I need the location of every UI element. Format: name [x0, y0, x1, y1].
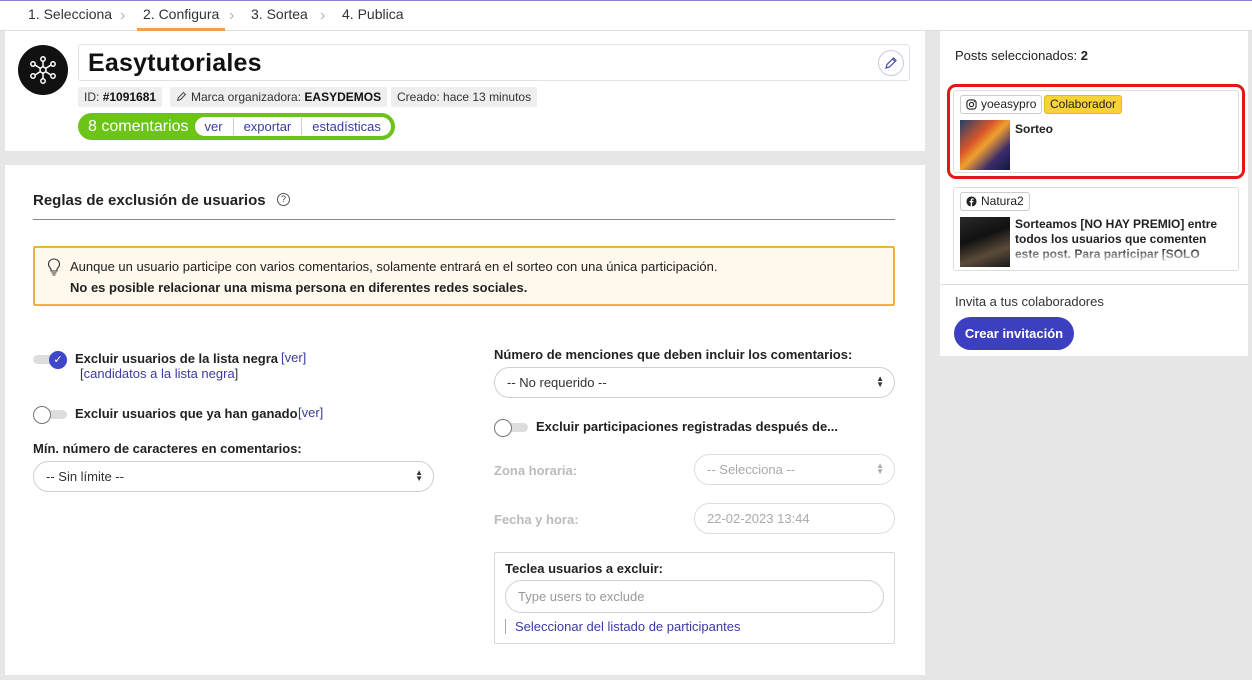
select-from-participants-link[interactable]: Seleccionar del listado de participantes — [505, 619, 740, 634]
edit-title-button[interactable] — [878, 50, 904, 76]
min-chars-value: -- Sin límite -- — [46, 469, 124, 484]
step-configura[interactable]: 2. Configura — [137, 6, 226, 31]
chevron-right-icon: › — [320, 7, 326, 24]
pencil-icon — [176, 91, 187, 102]
title-field[interactable]: Easytutoriales — [78, 44, 910, 81]
step-selecciona[interactable]: 1. Selecciona — [22, 6, 118, 31]
post-thumbnail — [960, 120, 1010, 170]
exclude-users-input[interactable]: Type users to exclude — [505, 580, 884, 613]
selected-posts-panel: Posts seleccionados: 2 yoeasypro Colabor… — [940, 31, 1248, 356]
exclude-users-placeholder: Type users to exclude — [518, 589, 645, 604]
min-chars-label: Mín. número de caracteres en comentarios… — [33, 441, 302, 456]
giveaway-header: Easytutoriales ID: #1091681 Marca organi… — [5, 31, 925, 151]
post-text: Sorteo — [1015, 122, 1054, 136]
blacklist-toggle[interactable]: ✓ — [33, 351, 67, 369]
divider — [33, 219, 895, 220]
mentions-select[interactable]: -- No requerido -- ▲ ▼ — [494, 367, 895, 398]
id-badge: ID: #1091681 — [78, 87, 163, 107]
exclude-users-title: Teclea usuarios a excluir: — [505, 561, 663, 576]
after-date-toggle[interactable] — [494, 419, 528, 437]
stepper-bar: 1. Selecciona › 2. Configura › 3. Sortea… — [0, 0, 1252, 31]
instagram-user-tag: yoeasypro — [960, 95, 1043, 114]
network-logo-icon — [30, 56, 56, 84]
candidates-wrapper: [candidatos a la lista negra] — [80, 366, 239, 381]
blacklist-candidates-link[interactable]: candidatos a la lista negra — [84, 366, 235, 381]
info-notice: Aunque un usuario participe con varios c… — [33, 246, 895, 306]
mentions-value: -- No requerido -- — [507, 375, 607, 390]
invite-label: Invita a tus colaboradores — [955, 294, 1104, 309]
stats-link[interactable]: estadísticas — [301, 118, 391, 135]
page-title: Easytutoriales — [88, 49, 262, 77]
timezone-select[interactable]: -- Selecciona -- ▲ ▼ — [694, 454, 895, 485]
timezone-value: -- Selecciona -- — [707, 462, 796, 477]
view-comments-link[interactable]: ver — [195, 118, 233, 135]
notice-text: Aunque un usuario participe con varios c… — [70, 259, 718, 274]
blacklist-label: Excluir usuarios de la lista negra — [75, 351, 279, 366]
step-publica[interactable]: 4. Publica — [336, 6, 409, 31]
posts-selected-label: Posts seleccionados: 2 — [955, 48, 1088, 63]
facebook-user-tag: Natura2 — [960, 192, 1030, 211]
instagram-icon — [966, 99, 977, 110]
datetime-input[interactable]: 22-02-2023 13:44 — [694, 503, 895, 534]
datetime-value: 22-02-2023 13:44 — [707, 511, 810, 526]
facebook-icon — [966, 196, 977, 207]
select-arrows-icon: ▲ ▼ — [876, 461, 884, 476]
brand-badge: Marca organizadora: EASYDEMOS — [170, 87, 388, 107]
chevron-right-icon: › — [229, 7, 235, 24]
post-card[interactable]: Natura2 Sorteamos [NO HAY PREMIO] entre … — [953, 187, 1239, 271]
help-icon[interactable]: ? — [277, 193, 290, 206]
export-link[interactable]: exportar — [232, 118, 302, 135]
post-thumbnail — [960, 217, 1010, 267]
chevron-right-icon: › — [120, 7, 126, 24]
pencil-icon — [885, 57, 897, 69]
section-title: Reglas de exclusión de usuarios — [33, 192, 266, 209]
winners-view-link[interactable]: [ver] — [298, 405, 323, 420]
post-card[interactable]: yoeasypro Colaborador Sorteo — [947, 84, 1245, 179]
created-badge: Creado: hace 13 minutos — [391, 87, 538, 107]
min-chars-select[interactable]: -- Sin límite -- ▲ ▼ — [33, 461, 434, 492]
collaborator-badge: Colaborador — [1044, 95, 1123, 114]
winners-label: Excluir usuarios que ya han ganado — [75, 406, 298, 421]
datetime-label: Fecha y hora: — [494, 512, 579, 527]
check-icon: ✓ — [49, 351, 67, 369]
create-invitation-button[interactable]: Crear invitación — [954, 317, 1074, 350]
select-arrows-icon: ▲ ▼ — [876, 374, 884, 389]
comments-pill: 8 comentarios ver exportar estadísticas — [78, 113, 395, 140]
after-date-label: Excluir participaciones registradas desp… — [536, 419, 839, 434]
blacklist-view-link[interactable]: [ver] — [281, 350, 306, 365]
avatar — [18, 45, 68, 95]
winners-toggle[interactable] — [33, 406, 67, 424]
divider — [940, 284, 1248, 285]
exclusion-rules-card: Reglas de exclusión de usuarios ? Aunque… — [5, 165, 925, 675]
select-arrows-icon: ▲ ▼ — [415, 468, 423, 483]
step-sortea[interactable]: 3. Sortea — [245, 6, 314, 31]
mentions-label: Número de menciones que deben incluir lo… — [494, 347, 853, 362]
comments-count: 8 comentarios — [88, 117, 189, 135]
notice-text-bold: No es posible relacionar una misma perso… — [70, 280, 528, 295]
lightbulb-icon — [47, 258, 61, 276]
exclude-users-box: Teclea usuarios a excluir: Type users to… — [494, 552, 895, 644]
timezone-label: Zona horaria: — [494, 463, 578, 478]
